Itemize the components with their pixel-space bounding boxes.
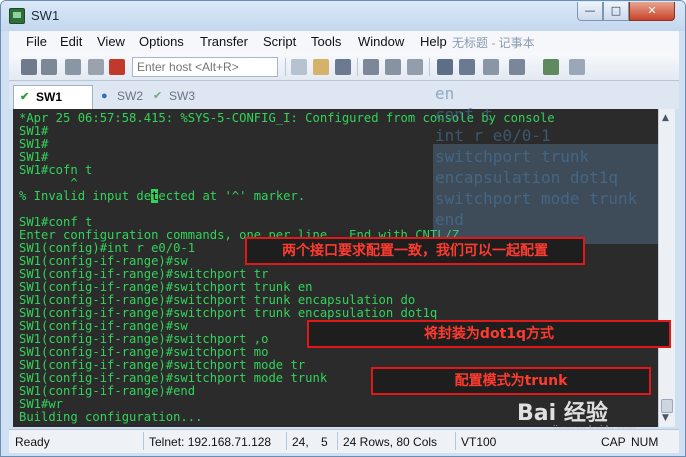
scroll-up-icon[interactable]: ▲ bbox=[662, 113, 669, 123]
print-screen-icon[interactable] bbox=[407, 59, 423, 75]
copy-icon[interactable] bbox=[291, 59, 307, 75]
terminal-line: Building configuration... bbox=[19, 410, 203, 424]
check-icon: ✔ bbox=[20, 91, 30, 103]
menu-window[interactable]: Window bbox=[358, 34, 404, 49]
tab-sw3[interactable]: ✔ SW3 bbox=[147, 85, 201, 109]
quick-connect-icon[interactable] bbox=[41, 59, 57, 75]
status-bar: Ready Telnet: 192.168.71.128 24, 5 24 Ro… bbox=[9, 429, 679, 453]
tab-label: SW3 bbox=[169, 89, 196, 103]
annotation-dot1q: 将封装为dot1q方式 bbox=[307, 320, 671, 348]
status-connection: Telnet: 192.168.71.128 bbox=[149, 435, 272, 449]
terminal-scrollbar[interactable]: ▲ ▼ bbox=[658, 109, 675, 427]
toolbar bbox=[9, 53, 679, 81]
scroll-thumb[interactable] bbox=[661, 399, 673, 413]
invalid-input-text: % Invalid input de bbox=[19, 189, 152, 203]
status-terminal-size: 24 Rows, 80 Cols bbox=[343, 435, 438, 449]
scroll-down-icon[interactable]: ▼ bbox=[662, 413, 669, 423]
invalid-input-rest: ected at '^' marker. bbox=[158, 189, 306, 203]
find-icon[interactable] bbox=[335, 59, 351, 75]
status-separator bbox=[143, 432, 144, 450]
status-separator bbox=[455, 432, 456, 450]
status-num-lock: NUM bbox=[631, 435, 659, 449]
status-ready: Ready bbox=[15, 435, 50, 449]
key-icon[interactable] bbox=[483, 59, 499, 75]
menu-transfer[interactable]: Transfer bbox=[200, 34, 248, 49]
background-app-title: 无标题 - 记事本 bbox=[452, 36, 535, 50]
print-icon[interactable] bbox=[363, 59, 379, 75]
tab-label: SW1 bbox=[36, 90, 63, 104]
background-text-line: conf t bbox=[435, 105, 493, 124]
baidu-watermark-logo: Bai 经验 bbox=[517, 401, 608, 426]
disconnect-icon[interactable] bbox=[109, 59, 125, 75]
maximize-button[interactable]: □ bbox=[603, 2, 629, 21]
menu-edit[interactable]: Edit bbox=[60, 34, 82, 49]
background-text-line: encapsulation dot1q bbox=[435, 168, 619, 187]
connect-icon[interactable] bbox=[21, 59, 37, 75]
close-button[interactable]: ✕ bbox=[629, 2, 675, 21]
host-input[interactable] bbox=[132, 57, 278, 77]
status-separator bbox=[286, 432, 287, 450]
app-icon bbox=[9, 8, 25, 24]
minimize-button[interactable]: — bbox=[577, 2, 603, 21]
toolbar-separator bbox=[357, 58, 358, 76]
status-row: 24, bbox=[292, 435, 309, 449]
toolbar-separator bbox=[285, 58, 286, 76]
status-col: 5 bbox=[321, 435, 328, 449]
help-icon[interactable] bbox=[569, 59, 585, 75]
paste-icon[interactable] bbox=[313, 59, 329, 75]
check-icon: ✔ bbox=[153, 90, 163, 102]
reconnect-icon[interactable] bbox=[88, 59, 104, 75]
terminal-line: % Invalid input detected at '^' marker. bbox=[19, 189, 306, 203]
tools-icon[interactable] bbox=[459, 59, 475, 75]
menu-view[interactable]: View bbox=[97, 34, 125, 49]
menu-bar: File Edit View Options Transfer Script T… bbox=[9, 31, 679, 53]
background-text-line: switchport trunk bbox=[435, 147, 590, 166]
sftp-icon[interactable] bbox=[543, 59, 559, 75]
status-separator bbox=[337, 432, 338, 450]
menu-file[interactable]: File bbox=[26, 34, 47, 49]
menu-help[interactable]: Help bbox=[420, 34, 447, 49]
options-icon[interactable] bbox=[509, 59, 525, 75]
background-text-line: int r e0/0-1 bbox=[435, 126, 551, 145]
menu-options[interactable]: Options bbox=[139, 34, 184, 49]
background-text-line: en bbox=[435, 84, 455, 103]
session-tab-bar: ✔ SW1 ● SW2 ✔ SW3 bbox=[9, 81, 679, 109]
menu-tools[interactable]: Tools bbox=[311, 34, 341, 49]
tab-label: SW2 bbox=[117, 89, 144, 103]
info-icon: ● bbox=[101, 90, 108, 102]
toolbar-separator bbox=[429, 58, 430, 76]
background-text-line: end bbox=[435, 210, 464, 229]
settings-icon[interactable] bbox=[437, 59, 453, 75]
tab-sw2[interactable]: ● SW2 bbox=[95, 85, 145, 109]
annotation-trunk-mode: 配置模式为trunk bbox=[371, 367, 651, 395]
print-selection-icon[interactable] bbox=[385, 59, 401, 75]
status-caps-lock: CAP bbox=[601, 435, 626, 449]
tab-sw1[interactable]: ✔ SW1 bbox=[13, 85, 93, 109]
annotation-same-config: 两个接口要求配置一致，我们可以一起配置 bbox=[245, 237, 585, 265]
securecrt-window: SW1 — □ ✕ File Edit View Options Transfe… bbox=[0, 0, 686, 457]
background-text-line: switchport mode trunk bbox=[435, 189, 638, 208]
window-title: SW1 bbox=[31, 8, 60, 23]
title-bar: SW1 — □ ✕ bbox=[1, 1, 685, 31]
status-emulation: VT100 bbox=[461, 435, 497, 449]
connect-tab-icon[interactable] bbox=[65, 59, 81, 75]
menu-script[interactable]: Script bbox=[263, 34, 296, 49]
